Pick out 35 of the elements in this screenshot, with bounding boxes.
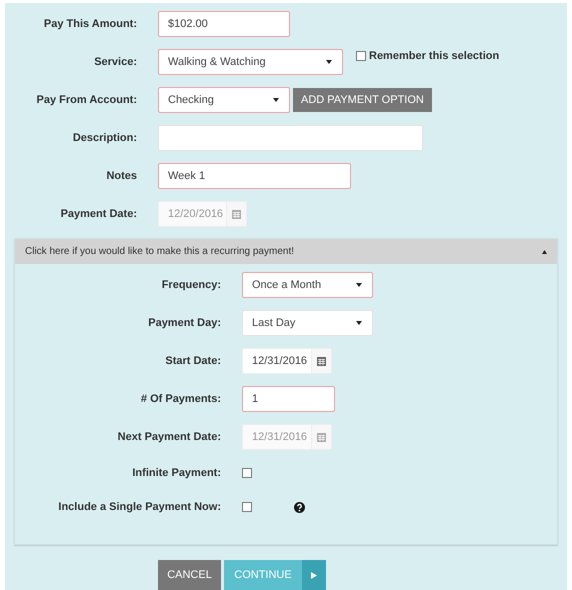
collapse-arrow-icon bbox=[542, 250, 547, 254]
field-label: Service: bbox=[93, 54, 137, 70]
select-field[interactable]: Once a Month bbox=[242, 272, 373, 298]
add-payment-option-button[interactable]: ADD PAYMENT OPTION bbox=[293, 88, 432, 112]
field-label: Payment Date: bbox=[60, 206, 137, 222]
field-label: Include a Single Payment Now: bbox=[57, 500, 221, 515]
field-label: # Of Payments: bbox=[140, 392, 221, 407]
input-field[interactable] bbox=[158, 125, 423, 151]
checkbox[interactable] bbox=[242, 502, 252, 512]
field-label: Description: bbox=[72, 130, 137, 146]
recurring-header[interactable]: Click here if you would like to make this a recurring payment! bbox=[15, 239, 557, 264]
caret-icon bbox=[326, 60, 332, 64]
input-field[interactable]: $102.00 bbox=[158, 11, 290, 37]
field-label: Pay From Account: bbox=[36, 92, 137, 108]
play-arrow-icon bbox=[311, 572, 317, 578]
select-field[interactable]: Checking bbox=[158, 87, 290, 113]
remember-label: Remember this selection bbox=[369, 51, 500, 62]
field-label: Infinite Payment: bbox=[131, 466, 221, 481]
field-label: Pay This Amount: bbox=[42, 16, 137, 32]
input-field[interactable]: 1 bbox=[242, 386, 335, 412]
help-icon[interactable] bbox=[294, 502, 305, 512]
field-label: Frequency: bbox=[160, 278, 221, 293]
field-label: Notes bbox=[105, 168, 137, 184]
select-field[interactable]: Last Day bbox=[242, 310, 373, 336]
select-field[interactable]: Walking & Watching bbox=[158, 49, 343, 75]
cancel-button[interactable]: CANCEL bbox=[158, 560, 221, 590]
checkbox[interactable] bbox=[242, 468, 252, 478]
field-label: Next Payment Date: bbox=[116, 430, 221, 445]
caret-icon bbox=[356, 283, 362, 287]
field-label: Payment Day: bbox=[147, 316, 221, 331]
field-label: Start Date: bbox=[164, 354, 221, 369]
caret-icon bbox=[356, 321, 362, 325]
input-field[interactable]: Week 1 bbox=[158, 163, 351, 189]
caret-icon bbox=[273, 98, 279, 102]
checkbox[interactable] bbox=[356, 51, 366, 61]
